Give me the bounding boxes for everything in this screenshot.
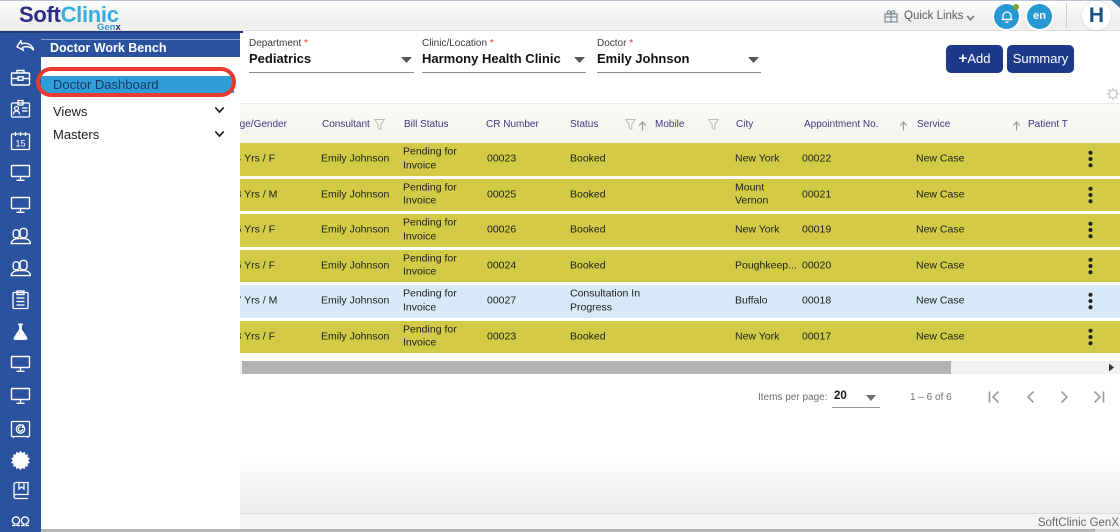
svg-text:15: 15 [15, 139, 25, 149]
